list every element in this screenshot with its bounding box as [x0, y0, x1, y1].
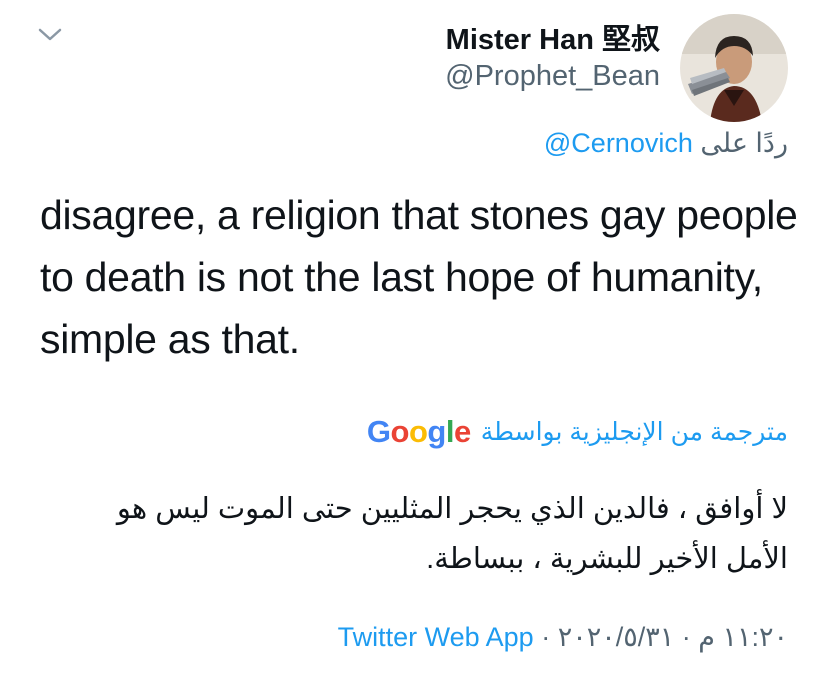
reply-prefix: ردًا على — [700, 128, 788, 158]
author-name[interactable]: Mister Han 堅叔 — [446, 16, 660, 58]
chevron-down-icon[interactable] — [36, 22, 64, 46]
translation-attribution: مترجمة من الإنجليزية بواسطة Google — [367, 414, 788, 450]
reply-context: ردًا على @Cernovich — [544, 128, 788, 159]
meta-separator: · — [541, 622, 551, 652]
reply-mention-link[interactable]: @Cernovich — [544, 128, 693, 158]
tweet-text: disagree, a religion that stones gay peo… — [40, 192, 798, 362]
translated-by-label: مترجمة من الإنجليزية بواسطة — [480, 418, 788, 446]
translated-text: لا أوافق ، فالدين الذي يحجر المثليين حتى… — [116, 493, 788, 575]
google-logo[interactable]: Google — [367, 414, 471, 450]
timestamp[interactable]: ١١:٢٠ م · ٢٠٢٠/٥/٣١ — [558, 622, 788, 652]
avatar[interactable] — [680, 14, 788, 122]
tweet-meta: ١١:٢٠ م · ٢٠٢٠/٥/٣١ · Twitter Web App — [338, 622, 788, 653]
source-link[interactable]: Twitter Web App — [338, 622, 534, 652]
author-handle[interactable]: @Prophet_Bean — [445, 60, 660, 93]
